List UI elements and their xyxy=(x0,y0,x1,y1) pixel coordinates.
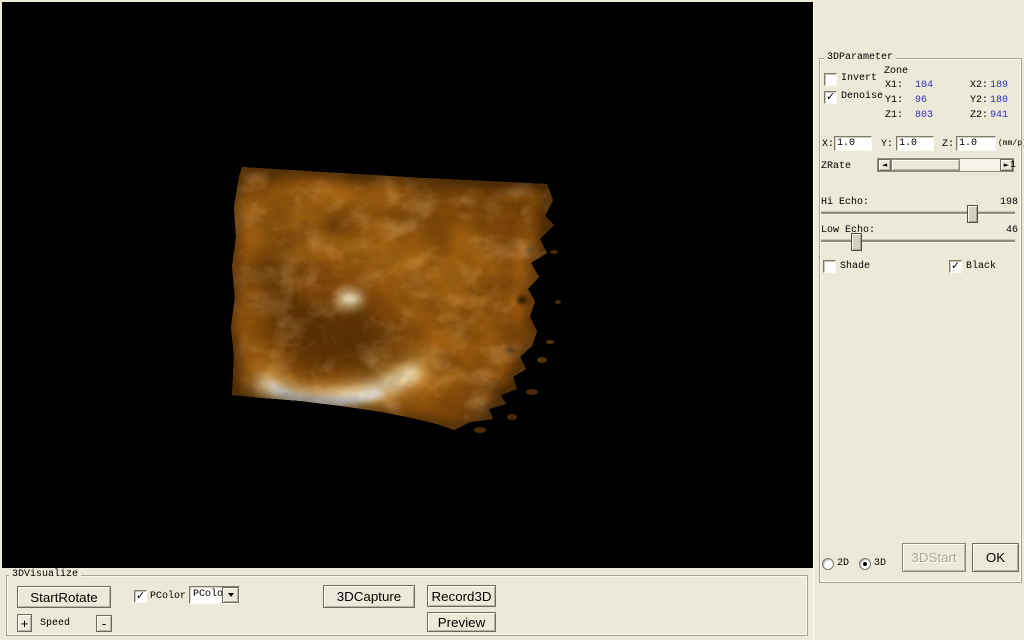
pcolor-dropdown-button[interactable] xyxy=(222,587,239,603)
low-echo-slider-thumb[interactable] xyxy=(850,233,862,251)
hi-echo-label: Hi Echo: xyxy=(821,197,870,208)
visualize-group-title: 3DVisualize xyxy=(9,569,82,581)
parameter-group-title: 3DParameter xyxy=(824,52,897,64)
start-rotate-button[interactable]: StartRotate xyxy=(17,586,111,608)
mode-2d-label: 2D xyxy=(837,558,850,569)
x-scale-label: X: xyxy=(822,139,835,150)
pcolor-checkbox[interactable]: ✓ xyxy=(134,589,147,603)
ultrasound-3d-render xyxy=(231,167,561,433)
zone-x1-label: X1: xyxy=(885,80,904,91)
zone-row-y: Y1: 96 Y2: 180 xyxy=(885,95,1024,107)
zone-z2-value: 941 xyxy=(990,110,1009,121)
hi-echo-value: 198 xyxy=(999,197,1018,208)
speed-label: Speed xyxy=(40,618,71,629)
zone-z1-value: 803 xyxy=(915,110,934,121)
ok-button[interactable]: OK xyxy=(972,543,1019,572)
scale-unit-label: (mm/p) xyxy=(998,139,1024,148)
zrate-scrollbar-thumb[interactable] xyxy=(891,159,960,171)
pcolor-dropdown[interactable]: PColor xyxy=(189,586,240,604)
zone-x2-label: X2: xyxy=(970,80,989,91)
invert-label: Invert xyxy=(841,73,878,84)
visualize-bar: 3DVisualize StartRotate + Speed - ✓ PCol… xyxy=(2,568,813,638)
check-icon: ✓ xyxy=(951,259,961,272)
preview-button[interactable]: Preview xyxy=(427,612,496,632)
speed-minus-button[interactable]: - xyxy=(96,615,112,632)
zrate-scrollbar[interactable]: ◄ ► xyxy=(877,158,1014,172)
zone-y1-label: Y1: xyxy=(885,95,904,106)
start3d-button[interactable]: 3DStart xyxy=(902,543,966,572)
zone-z1-label: Z1: xyxy=(885,110,904,121)
app-window: 3DParameter ✓ Invert ✓ Denoise Zone X1: … xyxy=(0,0,1024,640)
mode-2d-radio[interactable] xyxy=(822,558,834,570)
zone-row-z: Z1: 803 Z2: 941 xyxy=(885,110,1024,122)
pcolor-label: PColor xyxy=(150,591,187,602)
z-scale-input[interactable] xyxy=(956,136,996,151)
low-echo-slider[interactable] xyxy=(821,233,1015,251)
invert-checkbox[interactable]: ✓ xyxy=(824,73,837,86)
check-icon: ✓ xyxy=(136,589,146,602)
zone-y1-value: 96 xyxy=(915,95,928,106)
zrate-label: ZRate xyxy=(821,161,852,172)
black-label: Black xyxy=(966,261,997,272)
radio-dot-icon xyxy=(863,562,867,566)
zrate-left-arrow-icon[interactable]: ◄ xyxy=(878,159,891,171)
check-icon: ✓ xyxy=(826,90,836,103)
low-echo-label: Low Echo: xyxy=(821,225,876,236)
z-scale-label: Z: xyxy=(942,139,955,150)
x-scale-input[interactable] xyxy=(834,136,872,151)
zone-y2-value: 180 xyxy=(990,95,1009,106)
shade-checkbox[interactable]: ✓ xyxy=(823,260,836,273)
y-scale-input[interactable] xyxy=(896,136,934,151)
denoise-checkbox[interactable]: ✓ xyxy=(824,90,837,104)
zone-title: Zone xyxy=(884,66,909,77)
y-scale-label: Y: xyxy=(881,139,894,150)
chevron-down-icon xyxy=(227,593,234,597)
render-viewport[interactable] xyxy=(2,2,813,568)
speed-plus-button[interactable]: + xyxy=(17,614,32,632)
capture3d-button[interactable]: 3DCapture xyxy=(323,585,415,608)
record3d-button[interactable]: Record3D xyxy=(427,585,496,607)
mode-3d-radio[interactable] xyxy=(859,558,871,570)
black-checkbox[interactable]: ✓ xyxy=(949,259,962,273)
hi-echo-slider[interactable] xyxy=(821,205,1015,223)
zone-x2-value: 189 xyxy=(990,80,1009,91)
hi-echo-slider-thumb[interactable] xyxy=(966,205,978,223)
visualize-groupbox: 3DVisualize StartRotate + Speed - ✓ PCol… xyxy=(6,569,808,636)
zone-y2-label: Y2: xyxy=(970,95,989,106)
denoise-label: Denoise xyxy=(841,91,884,102)
zone-row-x: X1: 104 X2: 189 xyxy=(885,80,1024,92)
parameter-groupbox: 3DParameter ✓ Invert ✓ Denoise Zone X1: … xyxy=(819,52,1024,583)
mode-3d-label: 3D xyxy=(874,558,887,569)
zrate-value: 1 xyxy=(1010,160,1017,171)
zone-x1-value: 104 xyxy=(915,80,934,91)
shade-label: Shade xyxy=(840,261,871,272)
parameter-panel: 3DParameter ✓ Invert ✓ Denoise Zone X1: … xyxy=(813,0,1024,640)
low-echo-value: 46 xyxy=(1005,225,1018,236)
zone-z2-label: Z2: xyxy=(970,110,989,121)
